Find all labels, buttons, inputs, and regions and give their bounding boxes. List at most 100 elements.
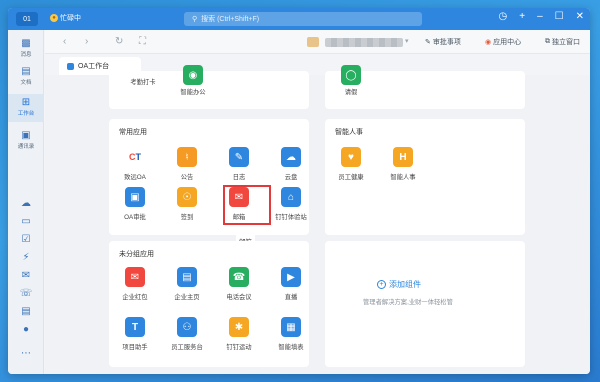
- add-icon[interactable]: +: [519, 11, 525, 22]
- app-label: 智能人事: [390, 174, 416, 181]
- app-dingtalk-sport[interactable]: ✱ 钉钉运动: [219, 317, 259, 351]
- org-avatar[interactable]: [307, 37, 319, 47]
- widget-description: 管理者解决方案,业财一体轻松管: [363, 299, 453, 306]
- app-label: 云盘: [284, 174, 298, 181]
- left-rail: ▩ 消息 ▤ 文档 ⊞ 工作台 ▣ 通讯录 ☁ ▭ ☑ ⚡ ✉ ☏ ▤ ● ⋯: [8, 30, 44, 374]
- app-label: 企业红包: [122, 294, 148, 301]
- app-zhiyuan-oa[interactable]: CT 致远OA: [115, 147, 155, 181]
- title-bar: 01 ● 忙碌中 ⚲ 搜索 (Ctrl+Shift+F) ◷ + – ☐ ✕: [8, 8, 590, 30]
- forward-icon[interactable]: ›: [85, 36, 88, 47]
- smart-office-icon: ◉: [183, 65, 203, 85]
- app-phone-meeting[interactable]: ☎ 电话会议: [219, 267, 259, 301]
- status-icon: ●: [50, 14, 58, 22]
- app-label: 钉钉体验站: [275, 214, 307, 221]
- app-experience-station[interactable]: ⌂ 钉钉体验站: [271, 187, 311, 221]
- app-window: 01 ● 忙碌中 ⚲ 搜索 (Ctrl+Shift+F) ◷ + – ☐ ✕ ▩…: [8, 8, 590, 374]
- message-icon: ▩: [21, 38, 31, 49]
- app-announcement[interactable]: ♮ 公告: [167, 147, 207, 181]
- history-icon[interactable]: ◷: [499, 11, 508, 22]
- maximize-button[interactable]: ☐: [555, 11, 564, 22]
- back-icon[interactable]: ‹: [63, 36, 66, 47]
- project-icon: T: [125, 317, 145, 337]
- app-employee-service[interactable]: ⚇ 员工服务台: [167, 317, 207, 351]
- close-button[interactable]: ✕: [576, 11, 584, 22]
- app-checkin[interactable]: ☉ 签到: [167, 187, 207, 221]
- card-title: 未分组应用: [119, 251, 154, 258]
- app-smart-office[interactable]: ◉ 智能办公: [173, 65, 213, 96]
- account-badge[interactable]: 01: [16, 12, 38, 26]
- redpacket-icon: ✉: [125, 267, 145, 287]
- app-label: OA审批: [124, 214, 146, 221]
- app-company-homepage[interactable]: ▤ 企业主页: [167, 267, 207, 301]
- app-center-label: 应用中心: [493, 39, 522, 46]
- approval-button[interactable]: ✎ 审批事项: [425, 37, 461, 47]
- toolbar: ‹ › ↻ ⛶ ▾ ✎ 审批事项 ◉ 应用中心 ⧉ 独立窗口: [45, 30, 590, 54]
- search-input[interactable]: ⚲ 搜索 (Ctrl+Shift+F): [184, 12, 422, 26]
- status-indicator[interactable]: ● 忙碌中: [50, 13, 81, 23]
- standalone-window-button[interactable]: ⧉ 独立窗口: [545, 37, 580, 47]
- hr-icon: H: [393, 147, 413, 167]
- calendar-rail-icon[interactable]: ▤: [8, 306, 44, 318]
- app-label: 致远OA: [124, 174, 146, 181]
- app-smart-form[interactable]: ▦ 智能填表: [271, 317, 311, 351]
- app-log[interactable]: ✎ 日志: [219, 147, 259, 181]
- top-right-card: ◯ 请假: [325, 65, 525, 109]
- app-oa-approval[interactable]: ▣ OA审批: [115, 187, 155, 221]
- app-label: 项目助手: [122, 344, 148, 351]
- app-rail-icon[interactable]: ●: [8, 324, 44, 336]
- search-icon: ⚲: [192, 16, 198, 23]
- app-center-button[interactable]: ◉ 应用中心: [485, 37, 521, 47]
- lightning-rail-icon[interactable]: ⚡: [8, 252, 44, 264]
- megaphone-icon: ♮: [177, 147, 197, 167]
- card-title: 常用应用: [119, 129, 147, 136]
- rail-item-contacts[interactable]: ▣ 通讯录: [8, 130, 44, 150]
- add-widget-card: + 添加组件 管理者解决方案,业财一体轻松管: [325, 241, 525, 367]
- app-live[interactable]: ▶ 直播: [271, 267, 311, 301]
- app-leave[interactable]: ◯ 请假: [331, 65, 371, 96]
- minimize-button[interactable]: –: [537, 11, 543, 22]
- app-label: 员工服务台: [171, 344, 203, 351]
- app-label: 日志: [232, 174, 246, 181]
- app-cloud-drive[interactable]: ☁ 云盘: [271, 147, 311, 181]
- chevron-down-icon[interactable]: ▾: [405, 37, 409, 45]
- standalone-label: 独立窗口: [552, 39, 580, 46]
- experience-icon: ⌂: [281, 187, 301, 207]
- mail-rail-icon[interactable]: ✉: [8, 270, 44, 282]
- app-center-icon: ◉: [485, 39, 492, 46]
- more-icon[interactable]: ⋯: [8, 348, 44, 360]
- smart-hr-card: 智能人事 ♥ 员工健康 H 智能人事: [325, 119, 525, 235]
- app-smart-hr[interactable]: H 智能人事: [383, 147, 423, 181]
- stamp-icon: ▣: [125, 187, 145, 207]
- approval-icon: ✎: [425, 39, 431, 46]
- heart-icon: ♥: [341, 147, 361, 167]
- leave-icon: ◯: [341, 65, 361, 85]
- window-controls: ◷ + – ☐ ✕: [499, 11, 585, 22]
- app-label: 请假: [344, 89, 358, 96]
- live-icon: ▶: [281, 267, 301, 287]
- rail-item-messages[interactable]: ▩ 消息: [8, 38, 44, 58]
- app-red-packet[interactable]: ✉ 企业红包: [115, 267, 155, 301]
- expand-icon[interactable]: ⛶: [139, 36, 146, 47]
- tab-label: OA工作台: [78, 63, 110, 70]
- cloud-rail-icon[interactable]: ☁: [8, 198, 44, 210]
- cloud-icon: ☁: [281, 147, 301, 167]
- workbench-icon: ⊞: [21, 97, 31, 108]
- app-employee-health[interactable]: ♥ 员工健康: [331, 147, 371, 181]
- doc-rail-icon[interactable]: ▭: [8, 216, 44, 228]
- add-widget-button[interactable]: + 添加组件: [377, 279, 421, 290]
- app-label: 签到: [180, 214, 194, 221]
- app-label: 电话会议: [226, 294, 252, 301]
- phone-rail-icon[interactable]: ☏: [8, 288, 44, 300]
- doc-icon: ▤: [21, 66, 31, 77]
- org-name[interactable]: [325, 38, 403, 47]
- todo-rail-icon[interactable]: ☑: [8, 234, 44, 246]
- app-label: 直播: [284, 294, 298, 301]
- app-project-assistant[interactable]: T 项目助手: [115, 317, 155, 351]
- rail-item-docs[interactable]: ▤ 文档: [8, 66, 44, 86]
- app-attendance[interactable]: 考勤打卡: [123, 69, 163, 86]
- checkin-icon: ☉: [177, 187, 197, 207]
- common-apps-card: 常用应用 CT 致远OA ♮ 公告 ✎ 日志 ☁ 云盘 ▣ OA审批 ☉ 签到 …: [109, 119, 309, 235]
- rail-item-workbench[interactable]: ⊞ 工作台: [8, 94, 44, 122]
- top-left-card: 考勤打卡 ◉ 智能办公: [109, 65, 309, 109]
- refresh-icon[interactable]: ↻: [115, 36, 123, 47]
